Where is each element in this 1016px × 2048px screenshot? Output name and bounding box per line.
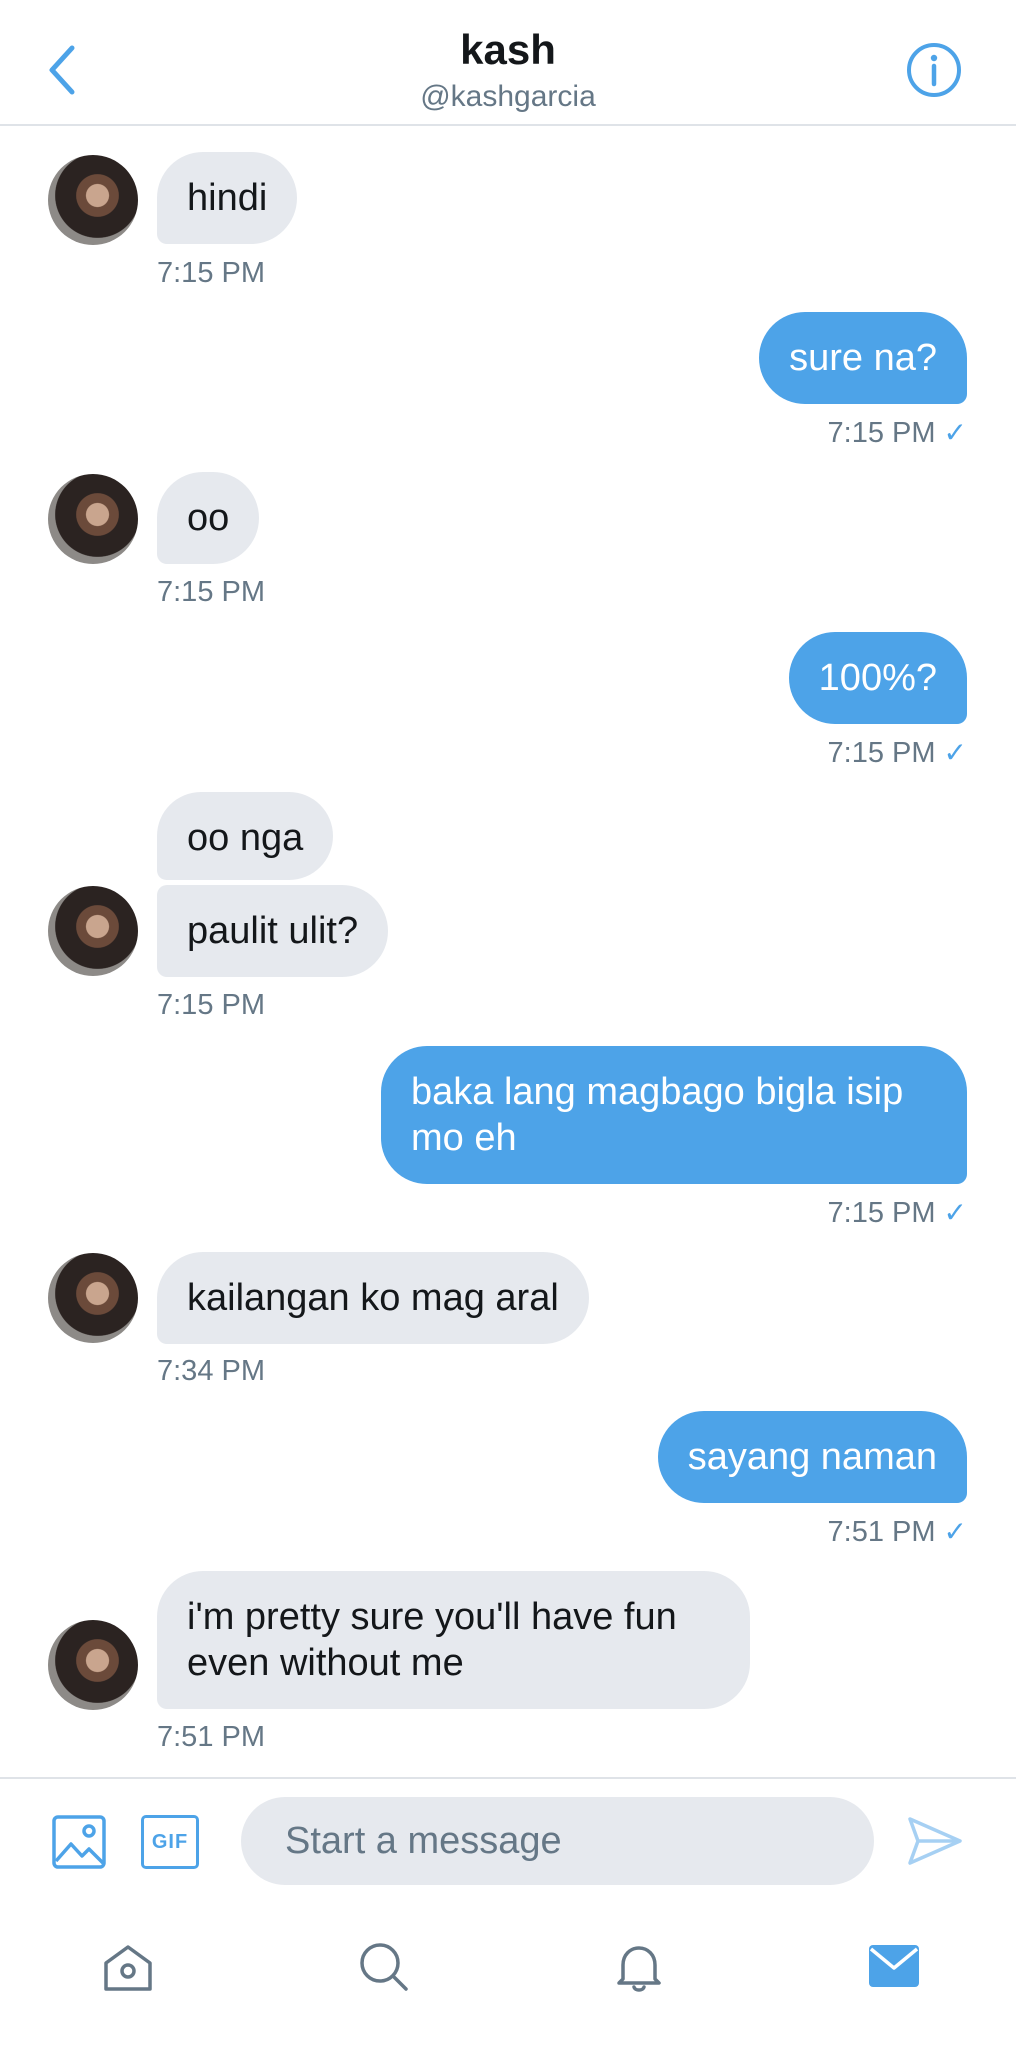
message-timestamp: 7:15 PM (157, 576, 265, 608)
contact-avatar[interactable] (48, 886, 138, 976)
timestamp-text: 7:15 PM (827, 1197, 936, 1229)
received-message[interactable]: kailangan ko mag aral (157, 1252, 589, 1344)
conversation-header: kash @kashgarcia (0, 0, 1016, 126)
contact-avatar[interactable] (48, 1620, 138, 1710)
message-timestamp: 7:15 PM ✓ (828, 1196, 967, 1230)
message-timestamp: 7:51 PM ✓ (828, 1515, 967, 1549)
received-message[interactable]: paulit ulit? (157, 885, 389, 977)
sent-message[interactable]: sayang naman (657, 1411, 967, 1503)
sent-message[interactable]: baka lang magbago bigla isip mo eh (381, 1046, 967, 1184)
read-check-icon: ✓ (943, 737, 967, 768)
read-check-icon: ✓ (943, 1197, 967, 1228)
messages-icon[interactable] (866, 1941, 922, 1991)
home-icon[interactable] (100, 1939, 156, 1995)
message-timestamp: 7:15 PM ✓ (828, 416, 967, 450)
send-icon[interactable] (906, 1813, 964, 1869)
contact-avatar[interactable] (48, 1253, 138, 1343)
gif-label: GIF (151, 1830, 189, 1853)
bottom-tab-bar (0, 1907, 1016, 2048)
message-timestamp: 7:15 PM (157, 257, 265, 289)
message-input[interactable] (241, 1797, 874, 1885)
message-timestamp: 7:15 PM ✓ (828, 736, 967, 770)
received-message[interactable]: oo nga (157, 792, 334, 880)
received-message[interactable]: hindi (157, 152, 298, 244)
received-message[interactable]: i'm pretty sure you'll have fun even wit… (157, 1571, 750, 1709)
sent-message[interactable]: 100%? (788, 632, 967, 724)
contact-avatar[interactable] (48, 474, 138, 564)
timestamp-text: 7:51 PM (827, 1516, 936, 1548)
contact-avatar[interactable] (48, 155, 138, 245)
sent-message[interactable]: sure na? (759, 312, 967, 404)
message-timestamp: 7:15 PM (157, 989, 265, 1021)
image-icon[interactable] (51, 1814, 107, 1870)
contact-handle: @kashgarcia (420, 80, 596, 113)
message-timestamp: 7:34 PM (157, 1355, 265, 1387)
timestamp-text: 7:15 PM (827, 737, 936, 769)
read-check-icon: ✓ (943, 417, 967, 448)
received-message[interactable]: oo (157, 472, 260, 564)
gif-icon[interactable]: GIF (141, 1815, 199, 1869)
notifications-bell-icon[interactable] (611, 1939, 667, 1995)
timestamp-text: 7:15 PM (827, 417, 936, 449)
contact-name[interactable]: kash (0, 26, 1016, 74)
message-timestamp: 7:51 PM (157, 1721, 265, 1753)
read-check-icon: ✓ (943, 1516, 967, 1547)
info-icon[interactable] (904, 40, 964, 100)
search-icon[interactable] (356, 1939, 412, 1995)
